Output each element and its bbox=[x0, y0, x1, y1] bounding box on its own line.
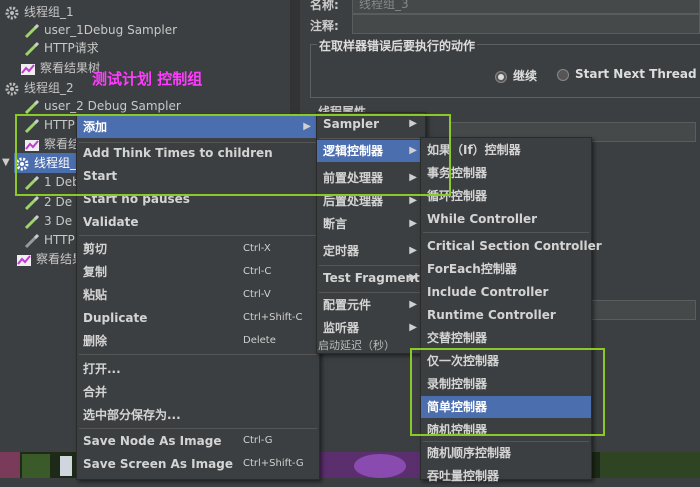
menu-item-test-fragment[interactable]: Test Fragment ▶ bbox=[317, 267, 425, 289]
menu-item-interleave-controller[interactable]: 交替控制器 bbox=[421, 327, 591, 349]
menu-item-assertion[interactable]: 断言 ▶ bbox=[317, 213, 425, 235]
menu-item-include-controller[interactable]: Include Controller bbox=[421, 281, 591, 303]
menu-item-critical-section-controller[interactable]: Critical Section Controller bbox=[421, 235, 602, 257]
ramp-up-label: 启动延迟（秒） bbox=[318, 339, 395, 352]
radio-label: Start Next Thread Loo bbox=[575, 67, 700, 81]
menu-item-while-controller[interactable]: While Controller bbox=[421, 208, 591, 230]
menu-item-throughput-controller[interactable]: 吞吐量控制器 bbox=[421, 465, 591, 487]
tree-node-label: 察看结果树 bbox=[40, 61, 101, 75]
tree-node-label: 线程组_2 bbox=[24, 81, 74, 95]
menu-item-validate[interactable]: Validate bbox=[77, 211, 319, 233]
pencil-icon bbox=[24, 99, 40, 114]
radio-label: 继续 bbox=[513, 69, 538, 83]
submenu-arrow-icon: ▶ bbox=[409, 218, 417, 229]
pencil-icon bbox=[24, 195, 40, 210]
annotation-label: 测试计划 控制组 bbox=[92, 70, 203, 88]
name-label: 名称: bbox=[310, 0, 339, 12]
tree-node-label: HTTP bbox=[44, 233, 75, 247]
chart-icon bbox=[17, 254, 31, 266]
tree-node-thread-group-2[interactable]: 线程组_2 bbox=[4, 78, 74, 98]
annotation-box-controllers bbox=[410, 348, 605, 436]
radio-start-next-loop[interactable]: Start Next Thread Loo bbox=[557, 67, 700, 81]
group-title: 在取样器错误后要执行的动作 bbox=[317, 37, 478, 54]
tree-node-view-results[interactable]: 察看结果树 bbox=[20, 58, 100, 78]
tree-node-http-3[interactable]: HTTP bbox=[24, 230, 75, 250]
pencil-icon bbox=[24, 23, 40, 38]
menu-item-copy[interactable]: 复制 Ctrl-C bbox=[77, 261, 319, 283]
error-action-group: 在取样器错误后要执行的动作 继续 Start Next Thread Loo bbox=[310, 37, 700, 98]
submenu-arrow-icon: ▶ bbox=[409, 272, 417, 283]
tree-node-thread-group-1[interactable]: 线程组_1 bbox=[4, 2, 74, 22]
menu-item-save-node-image[interactable]: Save Node As Image Ctrl-G bbox=[77, 430, 319, 452]
pencil-icon bbox=[24, 214, 40, 229]
annotation-box-add-menu bbox=[15, 114, 451, 196]
submenu-arrow-icon: ▶ bbox=[409, 322, 417, 333]
tree-node-debug-3[interactable]: 3 De bbox=[24, 211, 72, 231]
menu-item-save-selection-as[interactable]: 选中部分保存为... bbox=[77, 404, 319, 426]
menu-item-duplicate[interactable]: Duplicate Ctrl+Shift-C bbox=[77, 307, 319, 329]
submenu-arrow-icon: ▶ bbox=[409, 299, 417, 310]
menu-item-open[interactable]: 打开... bbox=[77, 358, 319, 380]
menu-item-cut[interactable]: 剪切 Ctrl-X bbox=[77, 238, 319, 260]
radio-unselected-icon bbox=[557, 68, 569, 81]
expand-toggle-icon[interactable]: ▼ bbox=[2, 153, 10, 173]
menu-item-random-order-controller[interactable]: 随机顺序控制器 bbox=[421, 442, 591, 464]
gear-icon bbox=[5, 82, 19, 95]
menu-item-listener[interactable]: 监听器 ▶ bbox=[317, 317, 425, 339]
tree-node-debug-sampler-1[interactable]: user_1Debug Sampler bbox=[24, 20, 177, 40]
tree-node-label: 线程组_1 bbox=[24, 5, 74, 19]
tree-node-label: 2 De bbox=[44, 195, 73, 209]
pencil-icon bbox=[24, 233, 40, 248]
menu-item-runtime-controller[interactable]: Runtime Controller bbox=[421, 304, 591, 326]
menu-item-timer[interactable]: 定时器 ▶ bbox=[317, 240, 425, 262]
menu-item-merge[interactable]: 合并 bbox=[77, 381, 319, 403]
tree-node-label: user_1Debug Sampler bbox=[44, 23, 178, 37]
menu-item-delete[interactable]: 删除 Delete bbox=[77, 330, 319, 352]
radio-continue[interactable]: 继续 bbox=[495, 67, 537, 84]
submenu-arrow-icon: ▶ bbox=[409, 245, 417, 256]
menu-item-paste[interactable]: 粘贴 Ctrl-V bbox=[77, 284, 319, 306]
menu-item-save-screen-image[interactable]: Save Screen As Image Ctrl+Shift-G bbox=[77, 453, 319, 475]
tree-node-label: 3 De bbox=[44, 214, 73, 228]
menu-item-config-element[interactable]: 配置元件 ▶ bbox=[317, 294, 425, 316]
gear-icon bbox=[5, 6, 19, 19]
chart-icon bbox=[21, 63, 35, 75]
tree-node-label: HTTP请求 bbox=[44, 41, 99, 55]
comment-label: 注释: bbox=[310, 19, 339, 33]
tree-node-view-results-3[interactable]: 察看结果 bbox=[16, 249, 84, 269]
name-field[interactable]: 线程组_3 bbox=[352, 0, 700, 14]
tree-node-debug-sampler-2[interactable]: user_2 Debug Sampler bbox=[24, 96, 181, 116]
radio-selected-icon bbox=[495, 70, 507, 83]
menu-item-foreach-controller[interactable]: ForEach控制器 bbox=[421, 258, 591, 280]
comment-field[interactable] bbox=[352, 14, 700, 34]
pencil-icon bbox=[24, 41, 40, 56]
tree-node-http-request[interactable]: HTTP请求 bbox=[24, 38, 99, 58]
tree-node-label: user_2 Debug Sampler bbox=[44, 99, 181, 113]
